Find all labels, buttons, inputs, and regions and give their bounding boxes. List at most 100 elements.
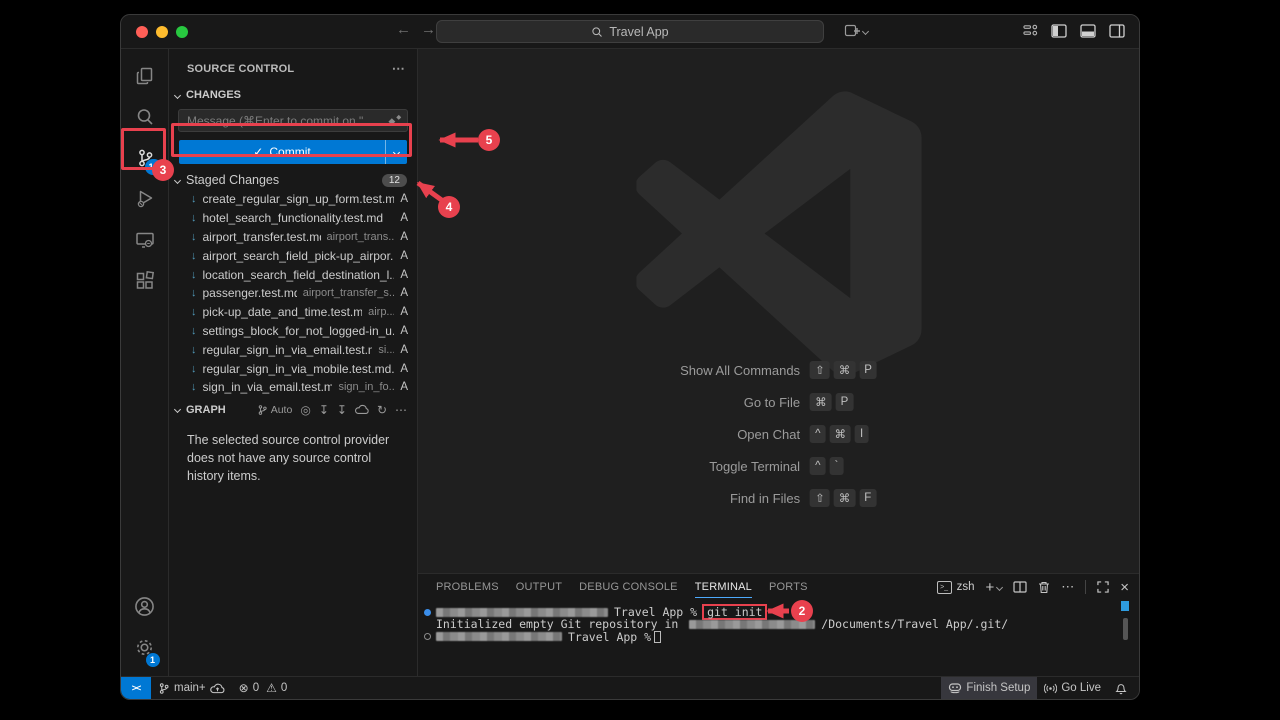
cloud-icon[interactable] <box>355 404 369 415</box>
staged-file-row[interactable]: ↓ airport_transfer.test.md airport_trans… <box>169 228 417 247</box>
customize-layout-icon[interactable] <box>1023 23 1038 38</box>
finish-setup-button[interactable]: Finish Setup <box>941 677 1037 699</box>
toggle-primary-sidebar-icon[interactable] <box>1051 24 1067 38</box>
divider <box>1085 580 1086 594</box>
command-decoration-pending <box>424 633 431 640</box>
staged-file-row[interactable]: ↓ sign_in_via_email.test.md sign_in_fo..… <box>169 378 417 397</box>
more-actions-icon[interactable]: ⋯ <box>395 403 407 417</box>
staged-file-row[interactable]: ↓ regular_sign_in_via_email.test.md si..… <box>169 340 417 359</box>
commit-button[interactable]: ✓ Commit <box>179 140 407 164</box>
staged-file-row[interactable]: ↓ hotel_search_functionality.test.md A <box>169 209 417 228</box>
key-ctrl: ^ <box>810 425 825 443</box>
command-center-search[interactable]: Travel App <box>436 20 824 43</box>
key-ctrl: ^ <box>810 457 825 475</box>
commit-dropdown-button[interactable] <box>385 140 407 164</box>
new-window-layout-control[interactable] <box>844 23 868 39</box>
warning-icon: ⚠ <box>266 681 277 695</box>
notifications-bell[interactable] <box>1108 677 1139 699</box>
markdown-file-icon: ↓ <box>191 381 197 393</box>
tab-debug-console[interactable]: DEBUG CONSOLE <box>579 576 678 598</box>
changes-section-header[interactable]: CHANGES <box>169 85 417 105</box>
markdown-file-icon: ↓ <box>191 363 197 375</box>
branch-status-item[interactable]: main+ <box>151 677 232 699</box>
toggle-secondary-sidebar-icon[interactable] <box>1109 24 1125 38</box>
source-control-icon[interactable]: 12 <box>121 137 169 178</box>
zoom-window-button[interactable] <box>176 26 188 38</box>
graph-section-header[interactable]: GRAPH Auto ◎ ↧ <box>169 397 417 421</box>
git-status-added: A <box>394 193 408 205</box>
graph-target-icon[interactable]: ◎ <box>300 403 310 417</box>
git-pull-icon[interactable]: ↧ <box>337 403 347 417</box>
git-fetch-icon[interactable]: ↧ <box>319 403 329 417</box>
search-view-icon[interactable] <box>121 96 169 137</box>
refresh-icon[interactable]: ↻ <box>377 403 387 417</box>
accounts-icon[interactable] <box>121 586 169 627</box>
remote-explorer-icon[interactable] <box>121 219 169 260</box>
kill-terminal-trash-icon[interactable] <box>1038 581 1050 594</box>
staged-file-row[interactable]: ↓ create_regular_sign_up_form.test.md A <box>169 190 417 209</box>
warning-count: 0 <box>281 682 287 694</box>
minimize-window-button[interactable] <box>156 26 168 38</box>
maximize-panel-icon[interactable] <box>1097 581 1109 593</box>
key-shift: ⇧ <box>810 489 830 507</box>
split-terminal-icon[interactable] <box>1013 581 1027 593</box>
nav-back-icon[interactable]: ← <box>396 21 411 38</box>
new-terminal-button[interactable]: + <box>985 579 1002 596</box>
git-status-added: A <box>394 325 408 337</box>
nav-forward-icon[interactable]: → <box>421 21 436 38</box>
staged-file-row[interactable]: ↓ settings_block_for_not_logged-in_u... … <box>169 322 417 341</box>
key-backtick: ` <box>829 457 843 475</box>
graph-auto-button[interactable]: Auto <box>257 404 293 416</box>
shell-selector[interactable]: >_ zsh <box>937 581 975 594</box>
tab-output[interactable]: OUTPUT <box>516 576 562 598</box>
key-letter: I <box>855 425 868 443</box>
staged-file-row[interactable]: ↓ pick-up_date_and_time.test.md airp... … <box>169 303 417 322</box>
key-shift: ⇧ <box>810 361 830 379</box>
close-window-button[interactable] <box>136 26 148 38</box>
status-bar: >< main+ ⊗ 0 ⚠ 0 <box>121 676 1139 699</box>
terminal-content[interactable]: Travel App % git init Initialized empty … <box>418 600 1139 643</box>
command-decoration-success <box>424 609 431 616</box>
shortcut-label: Find in Files <box>730 491 800 506</box>
staged-file-row[interactable]: ↓ passenger.test.md airport_transfer_s..… <box>169 284 417 303</box>
settings-gear-icon[interactable]: 1 <box>121 627 169 668</box>
markdown-file-icon: ↓ <box>191 325 197 337</box>
shortcut-label: Go to File <box>744 395 800 410</box>
terminal-output: Initialized empty Git repository in <box>436 618 678 630</box>
staged-changes-header[interactable]: Staged Changes 12 <box>169 170 417 190</box>
publish-cloud-icon <box>210 683 225 694</box>
tab-problems[interactable]: PROBLEMS <box>436 576 499 598</box>
problems-status-item[interactable]: ⊗ 0 ⚠ 0 <box>232 677 295 699</box>
branch-name: main+ <box>174 682 206 694</box>
graph-label: GRAPH <box>186 404 226 416</box>
error-count: 0 <box>253 682 259 694</box>
remote-indicator[interactable]: >< <box>121 677 151 699</box>
window-title: Travel App <box>609 25 668 39</box>
staged-count-badge: 12 <box>382 174 407 187</box>
bell-icon <box>1115 682 1127 695</box>
branch-icon <box>158 682 170 695</box>
explorer-icon[interactable] <box>121 55 169 96</box>
markdown-file-icon: ↓ <box>191 287 197 299</box>
run-debug-icon[interactable] <box>121 178 169 219</box>
git-status-added: A <box>394 344 408 356</box>
search-icon <box>591 26 603 38</box>
terminal-scrollbar[interactable] <box>1123 618 1128 640</box>
extensions-icon[interactable] <box>121 260 169 301</box>
tab-terminal[interactable]: TERMINAL <box>695 576 752 598</box>
close-panel-icon[interactable]: × <box>1120 579 1129 596</box>
staged-file-row[interactable]: ↓ regular_sign_in_via_mobile.test.md... … <box>169 359 417 378</box>
commit-message-input[interactable] <box>178 109 408 132</box>
chevron-down-icon <box>393 148 400 155</box>
tab-ports[interactable]: PORTS <box>769 576 808 598</box>
generate-commit-message-icon[interactable]: ◆◆ <box>388 113 401 127</box>
redacted-host-text <box>436 632 562 641</box>
staged-file-row[interactable]: ↓ airport_search_field_pick-up_airpor...… <box>169 246 417 265</box>
markdown-file-icon: ↓ <box>191 344 197 356</box>
more-actions-icon[interactable]: ⋯ <box>392 61 405 77</box>
go-live-button[interactable]: Go Live <box>1037 677 1108 699</box>
markdown-file-icon: ↓ <box>191 193 197 205</box>
more-actions-icon[interactable]: ⋯ <box>1061 579 1074 595</box>
toggle-panel-icon[interactable] <box>1080 24 1096 38</box>
staged-file-row[interactable]: ↓ location_search_field_destination_l...… <box>169 265 417 284</box>
